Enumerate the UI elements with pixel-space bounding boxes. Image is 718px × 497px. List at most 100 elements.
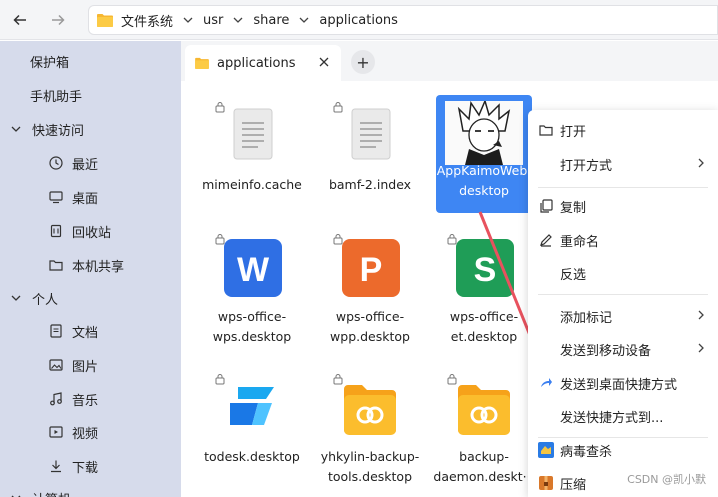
sidebar-item-phone-assistant[interactable]: 手机助手	[0, 80, 181, 110]
menu-item-send-to-mobile[interactable]: 发送到移动设备	[528, 334, 718, 364]
file-name: wps-office-	[217, 309, 287, 324]
file-name-line2: et.desktop	[450, 329, 518, 344]
new-tab-button[interactable]: +	[351, 50, 375, 74]
sidebar-item-pictures[interactable]: 图片	[0, 350, 181, 380]
file-name-line2: daemon.deskt···	[433, 469, 535, 484]
menu-item-label: 压缩	[560, 477, 587, 493]
breadcrumb-label: usr	[203, 12, 224, 28]
share-arrow-icon	[538, 375, 554, 391]
tab-label: applications	[217, 55, 296, 71]
menu-item-rename[interactable]: 重命名	[528, 225, 718, 255]
lock-icon	[333, 374, 343, 385]
menu-item-send-to-desktop-shortcut[interactable]: 发送到桌面快捷方式	[528, 368, 718, 398]
menu-item-label: 发送快捷方式到...	[560, 410, 664, 426]
sidebar-item-trash[interactable]: 回收站	[0, 216, 181, 246]
back-button[interactable]	[8, 8, 32, 32]
chevron-down-icon[interactable]	[299, 17, 309, 23]
sidebar-item-label: 保护箱	[30, 55, 70, 71]
menu-item-label: 打开	[560, 124, 587, 140]
file-name: AppKaimoWeb.	[436, 163, 532, 178]
lock-icon	[447, 374, 457, 385]
forward-button[interactable]	[46, 8, 70, 32]
chevron-down-icon[interactable]	[233, 17, 243, 23]
sidebar-item-music[interactable]: 音乐	[0, 384, 181, 414]
chevron-down-icon	[8, 490, 24, 497]
file-item[interactable]: S wps-office- et.desktop	[425, 234, 543, 347]
sidebar: 保护箱 手机助手 快速访问 最近 桌面 回收站 本机共享 个人 文档 图片 音乐…	[0, 41, 181, 497]
file-name: backup-	[459, 449, 509, 464]
menu-item-send-shortcut-to[interactable]: 发送快捷方式到...	[528, 401, 718, 431]
menu-item-label: 发送到移动设备	[560, 343, 652, 359]
file-item[interactable]: P wps-office- wpp.desktop	[311, 234, 429, 347]
address-bar[interactable]: 文件系统 usr share applications	[88, 5, 718, 35]
file-item[interactable]: mimeinfo.cache	[193, 102, 311, 195]
file-name-line2: wps.desktop	[212, 329, 292, 344]
lock-icon	[215, 234, 225, 245]
breadcrumb-label: share	[253, 12, 290, 28]
menu-item-virus-scan[interactable]: 病毒查杀	[528, 435, 718, 465]
file-item[interactable]: yhkylin-backup- tools.desktop	[311, 374, 429, 487]
sidebar-item-safebox[interactable]: 保护箱	[0, 46, 181, 76]
breadcrumb-label: applications	[319, 12, 398, 28]
anime-avatar-icon	[445, 101, 523, 165]
file-item[interactable]: bamf-2.index	[311, 102, 429, 195]
breadcrumb-applications[interactable]: applications	[319, 13, 397, 28]
sidebar-item-label: 音乐	[72, 393, 99, 409]
menu-divider	[538, 294, 708, 295]
plus-icon: +	[356, 52, 370, 72]
menu-divider	[538, 187, 708, 188]
folder-icon	[97, 13, 113, 27]
sidebar-group-personal[interactable]: 个人	[0, 283, 181, 313]
lock-icon	[215, 374, 225, 385]
svg-text:P: P	[360, 251, 383, 289]
lock-icon	[333, 102, 343, 113]
toolbar: 文件系统 usr share applications	[0, 0, 718, 40]
tab-bar: applications +	[181, 41, 718, 81]
menu-item-add-tag[interactable]: 添加标记	[528, 301, 718, 331]
file-item[interactable]: W wps-office- wps.desktop	[193, 234, 311, 347]
breadcrumb-filesystem[interactable]: 文件系统	[121, 11, 193, 30]
menu-item-label: 打开方式	[560, 158, 613, 174]
wps-presentation-icon: P	[333, 234, 402, 301]
sidebar-item-desktop[interactable]: 桌面	[0, 182, 181, 212]
tab-applications[interactable]: applications	[185, 45, 341, 81]
rename-icon	[538, 232, 554, 248]
sidebar-item-local-share[interactable]: 本机共享	[0, 250, 181, 280]
sidebar-item-downloads[interactable]: 下载	[0, 451, 181, 481]
file-item-selected[interactable]: AppKaimoWeb. desktop	[425, 161, 543, 201]
sidebar-item-videos[interactable]: 视频	[0, 417, 181, 447]
sidebar-item-recent[interactable]: 最近	[0, 148, 181, 178]
file-item[interactable]: backup- daemon.deskt···	[425, 374, 543, 487]
breadcrumb-share[interactable]: share	[253, 13, 309, 28]
sidebar-item-label: 下载	[72, 460, 99, 476]
wps-writer-icon: W	[215, 234, 284, 301]
menu-item-label: 复制	[560, 200, 587, 216]
breadcrumb-usr[interactable]: usr	[203, 13, 243, 28]
sidebar-item-label: 桌面	[72, 191, 99, 207]
backup-daemon-icon	[447, 374, 516, 441]
clock-icon	[48, 155, 64, 171]
context-menu: 打开 打开方式 复制 重命名 反选 添加标记 发送到移动设备 发送到桌面快捷方式…	[528, 110, 718, 497]
file-name: bamf-2.index	[328, 177, 412, 192]
chevron-down-icon[interactable]	[183, 17, 193, 23]
sidebar-group-computer[interactable]: 计算机	[0, 483, 181, 497]
arrow-left-icon	[13, 14, 26, 26]
menu-item-open-with[interactable]: 打开方式	[528, 149, 718, 179]
breadcrumb-label: 文件系统	[121, 14, 174, 30]
sidebar-item-documents[interactable]: 文档	[0, 316, 181, 346]
close-icon[interactable]	[317, 55, 331, 69]
file-name-line2: desktop	[459, 183, 509, 198]
file-name: wps-office-	[335, 309, 405, 324]
desktop-icon	[48, 189, 64, 205]
svg-text:S: S	[474, 251, 497, 289]
picture-icon	[48, 357, 64, 373]
menu-item-copy[interactable]: 复制	[528, 191, 718, 221]
svg-text:W: W	[237, 251, 270, 289]
file-name: mimeinfo.cache	[202, 177, 302, 192]
sidebar-group-quick-access[interactable]: 快速访问	[0, 114, 181, 144]
menu-item-open[interactable]: 打开	[528, 115, 718, 145]
chevron-right-icon	[698, 309, 704, 324]
file-item[interactable]: todesk.desktop	[193, 374, 311, 467]
sidebar-item-label: 计算机	[32, 489, 71, 497]
menu-item-invert-selection[interactable]: 反选	[528, 258, 718, 288]
